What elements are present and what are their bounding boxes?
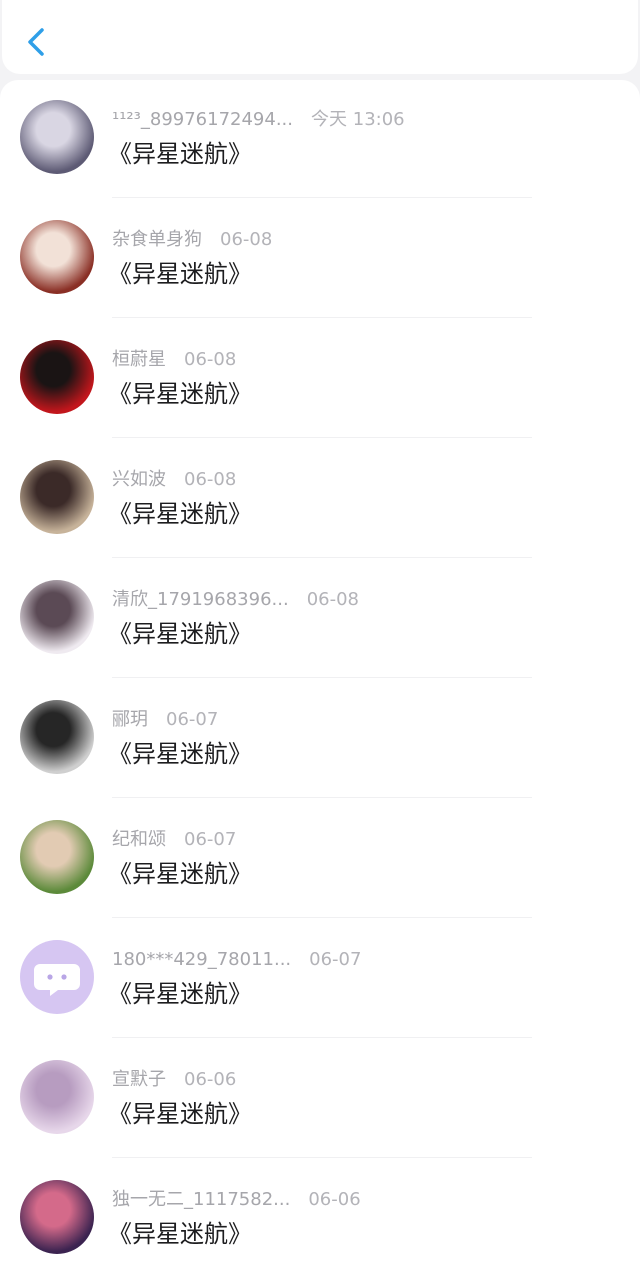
comment-text: 《异星迷航》 xyxy=(108,620,252,648)
comment-row[interactable]: ¹¹²³_89976172494... 今天 13:06 《异星迷航》 xyxy=(0,80,640,200)
comment-meta: 宣默子 06-06 xyxy=(112,1068,236,1092)
top-bar xyxy=(2,0,638,74)
avatar[interactable] xyxy=(20,940,94,1014)
comment-list: ¹¹²³_89976172494... 今天 13:06 《异星迷航》 杂食单身狗 06… xyxy=(0,80,640,1262)
comment-text: 《异星迷航》 xyxy=(108,500,252,528)
username[interactable]: 桓蔚星 xyxy=(112,349,166,370)
comment-text: 《异星迷航》 xyxy=(108,380,252,408)
avatar[interactable] xyxy=(20,100,94,174)
row-divider xyxy=(112,677,532,678)
timestamp: 06-08 xyxy=(306,589,359,610)
row-divider xyxy=(112,917,532,918)
username[interactable]: 宣默子 xyxy=(112,1069,166,1090)
comment-row[interactable]: 纪和颂 06-07 《异星迷航》 xyxy=(0,800,640,920)
comment-meta: 郦玥 06-07 xyxy=(112,708,218,732)
timestamp: 06-06 xyxy=(308,1189,361,1210)
comment-row[interactable]: 独一无二_1117582... 06-06 《异星迷航》 xyxy=(0,1160,640,1262)
comment-row[interactable]: 桓蔚星 06-08 《异星迷航》 xyxy=(0,320,640,440)
comment-meta: 独一无二_1117582... 06-06 xyxy=(112,1188,361,1212)
comment-meta: 清欣_1791968396... 06-08 xyxy=(112,588,359,612)
username[interactable]: ¹¹²³_89976172494... xyxy=(112,109,293,130)
comment-meta: 桓蔚星 06-08 xyxy=(112,348,236,372)
comment-text: 《异星迷航》 xyxy=(108,860,252,888)
username[interactable]: 杂食单身狗 xyxy=(112,229,202,250)
timestamp: 06-07 xyxy=(166,709,219,730)
avatar[interactable] xyxy=(20,1060,94,1134)
timestamp: 06-07 xyxy=(184,829,237,850)
row-divider xyxy=(112,557,532,558)
timestamp: 06-07 xyxy=(309,949,362,970)
comment-text: 《异星迷航》 xyxy=(108,1100,252,1128)
comment-text: 《异星迷航》 xyxy=(108,740,252,768)
avatar[interactable] xyxy=(20,820,94,894)
avatar[interactable] xyxy=(20,1180,94,1254)
chat-bubble-icon xyxy=(34,964,80,996)
comment-text: 《异星迷航》 xyxy=(108,1220,252,1248)
back-button[interactable] xyxy=(20,22,56,62)
comment-row[interactable]: 兴如波 06-08 《异星迷航》 xyxy=(0,440,640,560)
comment-meta: 兴如波 06-08 xyxy=(112,468,236,492)
avatar[interactable] xyxy=(20,220,94,294)
comment-meta: 180***429_78011... 06-07 xyxy=(112,948,361,972)
comment-meta: 杂食单身狗 06-08 xyxy=(112,228,272,252)
username[interactable]: 兴如波 xyxy=(112,469,166,490)
chevron-left-icon xyxy=(28,28,44,56)
comment-row[interactable]: 杂食单身狗 06-08 《异星迷航》 xyxy=(0,200,640,320)
timestamp: 今天 13:06 xyxy=(311,109,405,130)
username[interactable]: 郦玥 xyxy=(112,709,148,730)
username[interactable]: 纪和颂 xyxy=(112,829,166,850)
comment-row[interactable]: 180***429_78011... 06-07 《异星迷航》 xyxy=(0,920,640,1040)
timestamp: 06-08 xyxy=(184,469,237,490)
row-divider xyxy=(112,317,532,318)
comment-text: 《异星迷航》 xyxy=(108,140,252,168)
comment-row[interactable]: 清欣_1791968396... 06-08 《异星迷航》 xyxy=(0,560,640,680)
comment-text: 《异星迷航》 xyxy=(108,260,252,288)
comment-row[interactable]: 郦玥 06-07 《异星迷航》 xyxy=(0,680,640,800)
avatar[interactable] xyxy=(20,580,94,654)
username[interactable]: 180***429_78011... xyxy=(112,949,291,970)
avatar[interactable] xyxy=(20,340,94,414)
row-divider xyxy=(112,1157,532,1158)
avatar[interactable] xyxy=(20,460,94,534)
timestamp: 06-08 xyxy=(184,349,237,370)
timestamp: 06-08 xyxy=(220,229,273,250)
username[interactable]: 独一无二_1117582... xyxy=(112,1189,290,1210)
avatar[interactable] xyxy=(20,700,94,774)
comment-meta: ¹¹²³_89976172494... 今天 13:06 xyxy=(112,108,405,132)
comment-text: 《异星迷航》 xyxy=(108,980,252,1008)
row-divider xyxy=(112,797,532,798)
username[interactable]: 清欣_1791968396... xyxy=(112,589,289,610)
row-divider xyxy=(112,437,532,438)
row-divider xyxy=(112,197,532,198)
row-divider xyxy=(112,1037,532,1038)
comment-meta: 纪和颂 06-07 xyxy=(112,828,236,852)
comment-row[interactable]: 宣默子 06-06 《异星迷航》 xyxy=(0,1040,640,1160)
timestamp: 06-06 xyxy=(184,1069,237,1090)
